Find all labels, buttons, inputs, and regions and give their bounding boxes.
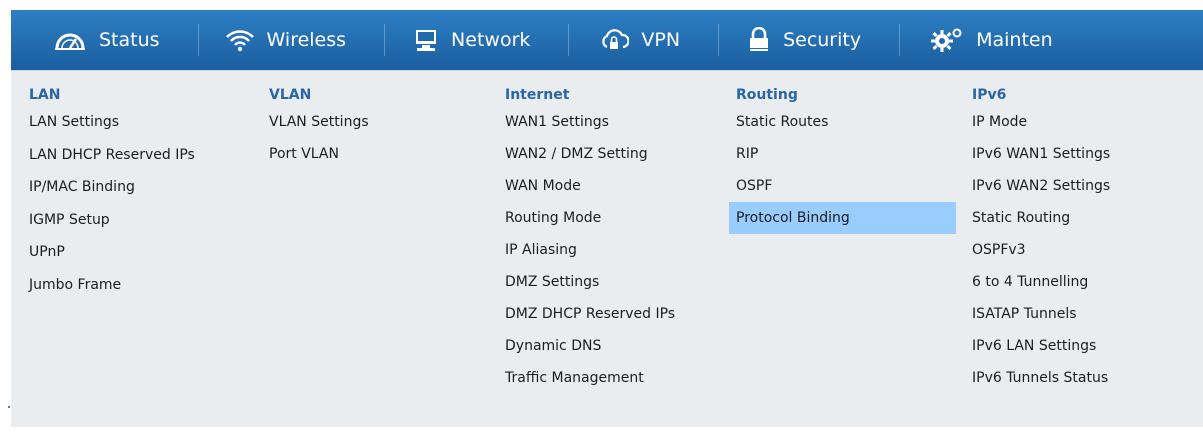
monitor-icon [416, 30, 437, 51]
menu-item-dmz-settings[interactable]: DMZ Settings [498, 266, 734, 298]
menu-item-wan2-dmz-setting[interactable]: WAN2 / DMZ Setting [498, 138, 734, 170]
menu-header-vlan[interactable]: VLAN [262, 84, 497, 106]
menu-item-protocol-binding[interactable]: Protocol Binding [729, 202, 956, 234]
menu-column-routing: Routing Static Routes RIP OSPF Protocol … [729, 84, 956, 234]
cloud-lock-icon [602, 29, 630, 49]
menu-item-routing-mode[interactable]: Routing Mode [498, 202, 734, 234]
menu-item-ipv6-tunnels-status[interactable]: IPv6 Tunnels Status [965, 362, 1195, 394]
menu-item-ip-mode[interactable]: IP Mode [965, 106, 1195, 138]
menu-item-ipv6-lan-settings[interactable]: IPv6 LAN Settings [965, 330, 1195, 362]
menu-header-internet[interactable]: Internet [498, 84, 734, 106]
menu-column-vlan: VLAN VLAN Settings Port VLAN [262, 84, 497, 170]
nav-separator [899, 24, 901, 56]
menu-item-dmz-dhcp-reserved-ips[interactable]: DMZ DHCP Reserved IPs [498, 298, 734, 330]
nav-separator [384, 24, 386, 56]
network-dropdown-menu: LAN LAN Settings LAN DHCP Reserved IPs I… [11, 70, 1203, 427]
nav-status-label: Status [99, 29, 160, 51]
menu-item-isatap-tunnels[interactable]: ISATAP Tunnels [965, 298, 1195, 330]
menu-header-lan[interactable]: LAN [22, 84, 254, 106]
menu-item-static-routing[interactable]: Static Routing [965, 202, 1195, 234]
nav-vpn-label: VPN [641, 29, 681, 51]
menu-item-rip[interactable]: RIP [729, 138, 956, 170]
menu-column-ipv6: IPv6 IP Mode IPv6 WAN1 Settings IPv6 WAN… [965, 84, 1195, 394]
menu-item-upnp[interactable]: UPnP [22, 236, 254, 269]
menu-header-ipv6[interactable]: IPv6 [965, 84, 1195, 106]
menu-item-wan1-settings[interactable]: WAN1 Settings [498, 106, 734, 138]
menu-item-lan-dhcp-reserved-ips[interactable]: LAN DHCP Reserved IPs [22, 139, 254, 172]
menu-item-lan-settings[interactable]: LAN Settings [22, 106, 254, 139]
nav-security-label: Security [783, 29, 862, 51]
menu-item-ospf[interactable]: OSPF [729, 170, 956, 202]
nav-separator [197, 24, 199, 56]
gears-icon [931, 28, 962, 52]
nav-network[interactable]: Network [413, 10, 530, 70]
stray-dot [8, 406, 10, 408]
menu-item-ipv6-wan2-settings[interactable]: IPv6 WAN2 Settings [965, 170, 1195, 202]
nav-maintenance-label: Mainten [976, 29, 1053, 51]
menu-item-wan-mode[interactable]: WAN Mode [498, 170, 734, 202]
nav-maintenance[interactable]: Mainten [930, 10, 1053, 70]
wifi-icon [225, 30, 254, 52]
lock-icon [750, 27, 769, 51]
menu-item-ipv6-wan1-settings[interactable]: IPv6 WAN1 Settings [965, 138, 1195, 170]
menu-item-ospfv3[interactable]: OSPFv3 [965, 234, 1195, 266]
menu-item-ip-aliasing[interactable]: IP Aliasing [498, 234, 734, 266]
nav-separator [718, 24, 720, 56]
menu-item-6to4-tunnelling[interactable]: 6 to 4 Tunnelling [965, 266, 1195, 298]
nav-security[interactable]: Security [747, 10, 861, 70]
menu-column-internet: Internet WAN1 Settings WAN2 / DMZ Settin… [498, 84, 734, 394]
menu-item-traffic-management[interactable]: Traffic Management [498, 362, 734, 394]
nav-network-label: Network [451, 29, 531, 51]
gauge-icon [55, 33, 85, 50]
menu-item-port-vlan[interactable]: Port VLAN [262, 138, 497, 170]
nav-separator [568, 24, 570, 56]
nav-status[interactable]: Status [53, 10, 160, 70]
menu-item-ip-mac-binding[interactable]: IP/MAC Binding [22, 171, 254, 204]
menu-header-routing[interactable]: Routing [729, 84, 956, 106]
menu-column-lan: LAN LAN Settings LAN DHCP Reserved IPs I… [22, 84, 254, 301]
menu-item-static-routes[interactable]: Static Routes [729, 106, 956, 138]
menu-item-dynamic-dns[interactable]: Dynamic DNS [498, 330, 734, 362]
nav-wireless[interactable]: Wireless [225, 10, 347, 70]
menu-item-igmp-setup[interactable]: IGMP Setup [22, 204, 254, 237]
top-nav-bar: Status Wireless Network VPN Security Mai… [11, 10, 1203, 70]
menu-item-jumbo-frame[interactable]: Jumbo Frame [22, 269, 254, 302]
nav-vpn[interactable]: VPN [599, 10, 680, 70]
nav-wireless-label: Wireless [266, 29, 347, 51]
menu-item-vlan-settings[interactable]: VLAN Settings [262, 106, 497, 138]
